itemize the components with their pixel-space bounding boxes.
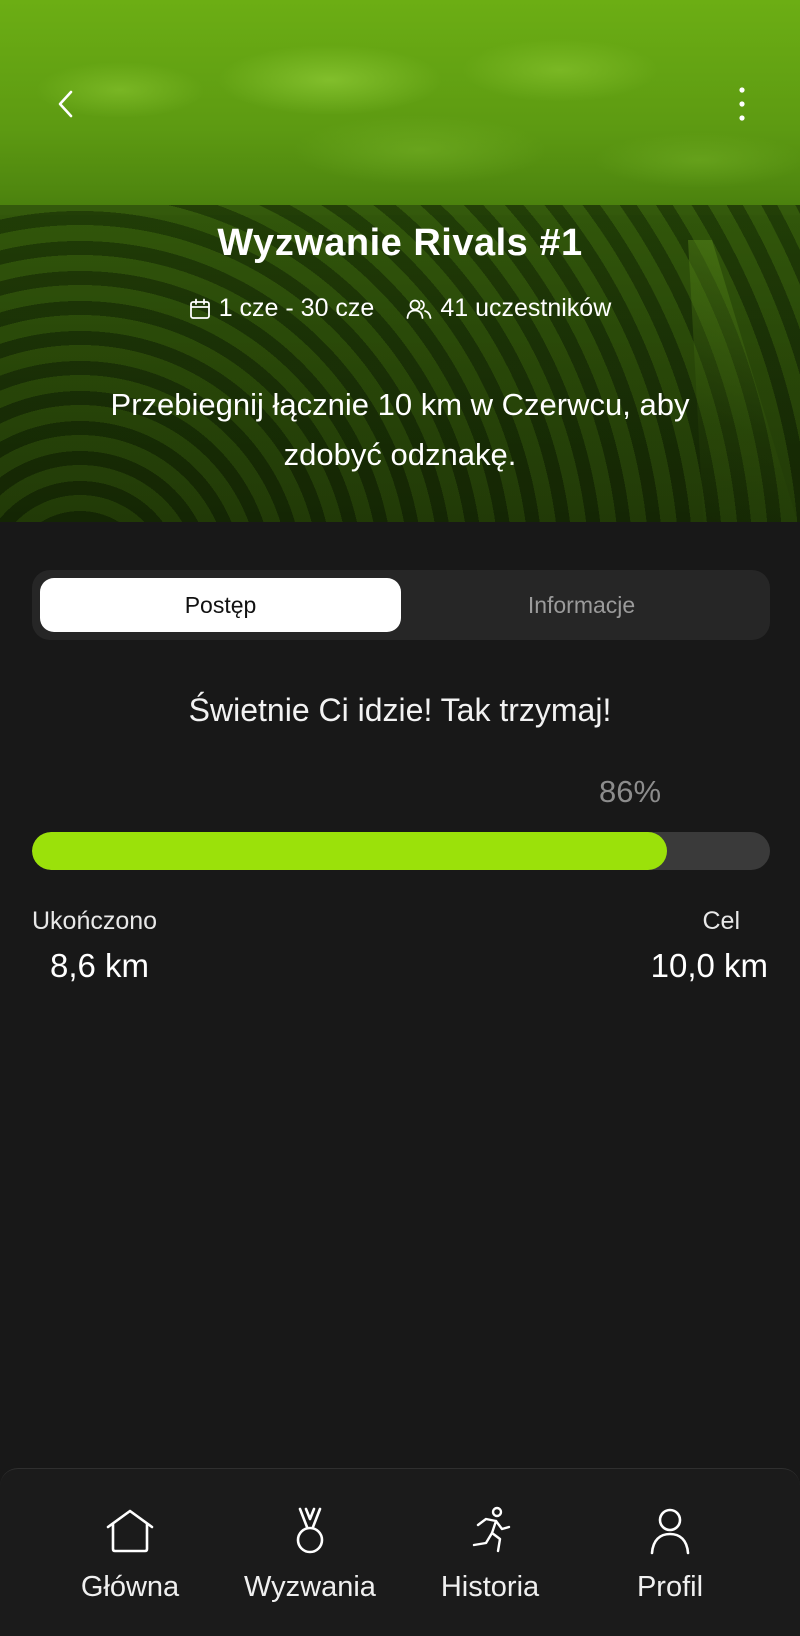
completed-value: 8,6 km (50, 947, 150, 984)
goal-value: 10,0 km (650, 947, 768, 984)
running-icon (472, 1506, 511, 1553)
progress-bar (32, 832, 770, 870)
participants-count: 41 uczestników (406, 294, 611, 323)
completed-label: Ukończono (32, 907, 158, 935)
challenge-description: Przebiegnij łącznie 10 km w Czerwcu, aby… (110, 387, 690, 472)
tab-progress[interactable]: Postęp (40, 578, 401, 632)
nav-item-profile[interactable]: Profil (585, 1505, 755, 1636)
challenge-title: Wyzwanie Rivals #1 (217, 222, 583, 264)
users-icon (406, 299, 432, 319)
home-icon (106, 1509, 154, 1553)
chevron-left-icon (58, 90, 73, 118)
goal-label: Cel (702, 907, 740, 935)
back-button[interactable] (44, 82, 88, 126)
segmented-tabs: Postęp Informacje (32, 570, 770, 640)
tab-information[interactable]: Informacje (401, 578, 762, 632)
user-icon (650, 1508, 690, 1555)
bottom-navigation: Główna Wyzwania Historia Profil (0, 1468, 800, 1636)
medal-icon (296, 1507, 324, 1554)
nav-item-challenges[interactable]: Wyzwania (225, 1505, 395, 1636)
more-vertical-icon (739, 87, 745, 121)
calendar-icon (189, 298, 210, 319)
challenge-meta: 1 cze - 30 cze 41 uczestników (0, 294, 800, 323)
encouragement-message: Świetnie Ci idzie! Tak trzymaj! (188, 692, 612, 728)
progress-bar-fill (32, 832, 667, 870)
hero-banner: Wyzwanie Rivals #1 1 cze - 30 cze 41 ucz… (0, 0, 800, 522)
nav-item-home[interactable]: Główna (45, 1505, 215, 1636)
date-range: 1 cze - 30 cze (189, 294, 374, 323)
nav-item-history[interactable]: Historia (405, 1505, 575, 1636)
more-options-button[interactable] (720, 82, 764, 126)
progress-percent: 86% (598, 774, 662, 809)
